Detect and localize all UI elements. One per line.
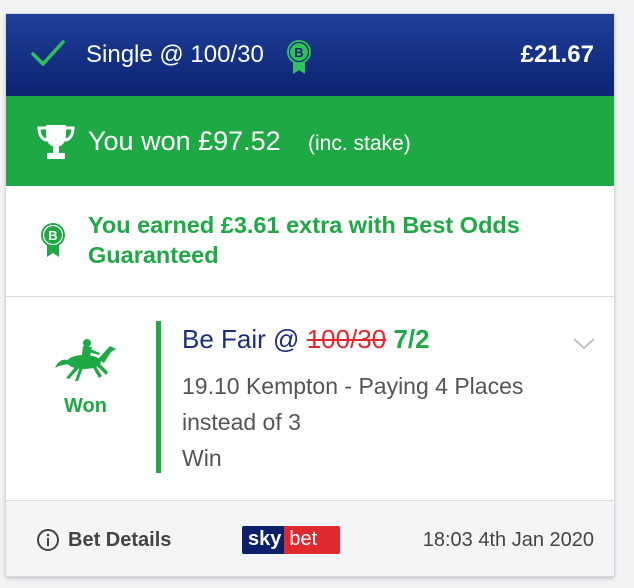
svg-text:B: B: [294, 45, 303, 60]
win-banner: You won £97.52 (inc. stake): [6, 96, 614, 186]
bet-details-link[interactable]: Bet Details: [68, 529, 171, 552]
svg-text:B: B: [48, 228, 57, 243]
selection-name: Be Fair: [182, 324, 266, 354]
market-type: Win: [182, 445, 222, 471]
selection-title: Be Fair @ 100/30 7/2: [182, 324, 430, 355]
skybet-logo: sky bet: [242, 526, 340, 554]
best-odds-section: B You earned £3.61 extra with Best Odds …: [6, 186, 614, 297]
best-odds-badge-icon: B: [40, 221, 66, 264]
bet-header: Single @ 100/30 B £21.67: [6, 14, 614, 96]
selection-details: 19.10 Kempton - Paying 4 Places instead …: [182, 368, 582, 476]
race-info: 19.10 Kempton - Paying 4 Places instead …: [182, 373, 524, 435]
bet-footer: Bet Details sky bet 18:03 4th Jan 2020: [6, 501, 614, 576]
trophy-icon: [36, 123, 76, 166]
selection-row[interactable]: Won Be Fair @ 100/30 7/2 19.10 Kempton -…: [6, 297, 614, 501]
original-odds: 100/30: [306, 324, 387, 354]
winnings-text: You won £97.52: [88, 126, 281, 156]
stake-amount: £21.67: [520, 41, 594, 68]
status-bar: [156, 321, 161, 473]
horse-racing-icon: [54, 335, 120, 388]
info-icon[interactable]: [36, 528, 60, 557]
boosted-odds: 7/2: [393, 324, 430, 354]
logo-bet: bet: [284, 526, 340, 554]
chevron-down-icon[interactable]: [572, 337, 596, 356]
logo-sky: sky: [248, 528, 282, 550]
best-odds-badge-icon: B: [286, 38, 312, 81]
winnings-note: (inc. stake): [308, 132, 411, 155]
bet-type: Single @ 100/30: [86, 41, 264, 68]
bet-card: Single @ 100/30 B £21.67 You won £97.52 …: [6, 14, 614, 576]
result-status: Won: [64, 395, 107, 417]
bet-timestamp: 18:03 4th Jan 2020: [422, 529, 594, 551]
at-symbol: @: [273, 324, 300, 354]
check-icon: [30, 37, 66, 74]
best-odds-message: You earned £3.61 extra with Best Odds Gu…: [88, 212, 520, 268]
